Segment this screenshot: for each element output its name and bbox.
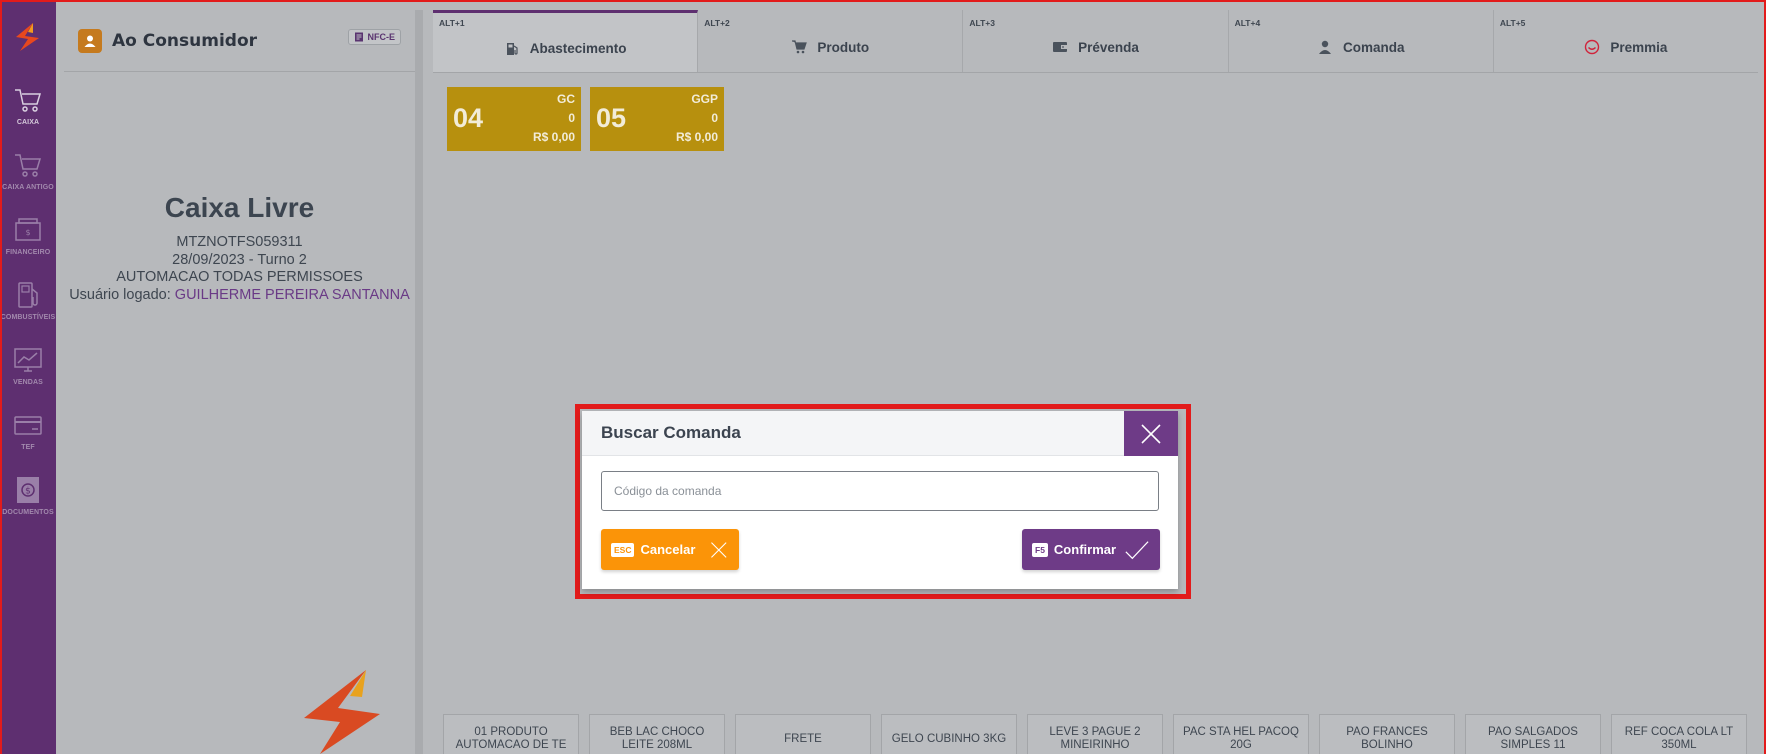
sidebar-item-label: FINANCEIRO: [5, 248, 51, 256]
sales-chart-icon: [14, 347, 42, 372]
f5-key-badge: F5: [1032, 542, 1048, 557]
permission-profile: AUTOMACAO TODAS PERMISSOES: [116, 269, 363, 285]
pump-fuel: GGP: [691, 92, 718, 106]
close-icon: [711, 541, 727, 558]
tab-shortcut: ALT+1: [439, 18, 465, 28]
cart-icon: [15, 88, 42, 112]
quick-product-button[interactable]: GELO CUBINHO 3KG: [881, 714, 1017, 754]
checkmark-icon: [1125, 540, 1149, 559]
user-icon: [1318, 40, 1331, 54]
receipt-icon: [354, 32, 363, 42]
pump-card[interactable]: 05 GGP 0 R$ 0,00: [590, 87, 724, 151]
pump-quantity: 0: [711, 111, 718, 125]
wallet-icon: [1053, 42, 1068, 52]
sidebar-item-combustiveis[interactable]: COMBUSTÍVEIS: [0, 267, 56, 332]
close-button[interactable]: [1124, 411, 1178, 456]
sidebar-item-label: COMBUSTÍVEIS: [0, 313, 56, 321]
quick-product-button[interactable]: REF COCA COLA LT 350ML: [1611, 714, 1747, 754]
logged-user: Usuário logado: GUILHERME PEREIRA SANTAN…: [64, 287, 415, 305]
pump-number: 05: [596, 103, 627, 133]
quick-product-button[interactable]: LEVE 3 PAGUE 2 MINEIRINHO: [1027, 714, 1163, 754]
cash-register-icon: $: [15, 217, 41, 241]
sidebar-item-caixa-antigo[interactable]: CAIXA ANTIGO: [0, 137, 56, 202]
sidebar-item-label: VENDAS: [13, 378, 43, 386]
tab-label: Abastecimento: [529, 41, 627, 56]
confirm-button[interactable]: F5 Confirmar: [1022, 529, 1160, 570]
pump-number: 04: [453, 103, 484, 133]
quick-product-button[interactable]: FRETE: [735, 714, 871, 754]
tab-comanda[interactable]: ALT+4 Comanda: [1228, 10, 1494, 72]
fuel-pump-icon: [506, 42, 518, 55]
customer-header[interactable]: Ao Consumidor NFC-E: [64, 10, 415, 72]
sidebar-item-label: CAIXA: [16, 118, 40, 126]
quick-product-button[interactable]: BEB LAC CHOCO LEITE 208ML: [589, 714, 725, 754]
pump-fuel: GC: [557, 92, 575, 106]
tab-label: Premmia: [1610, 39, 1668, 55]
tab-bar: ALT+1 Abastecimento ALT+2 Produto ALT+3: [433, 10, 1759, 73]
cancel-button[interactable]: ESC Cancelar: [601, 529, 739, 570]
fuel-pump-icon: [18, 281, 38, 308]
premmia-logo-icon: [1585, 39, 1600, 55]
sidebar: CAIXA CAIXA ANTIGO $ FINANCEIRO COMBUSTÍ…: [0, 0, 56, 754]
sidebar-item-label: TEF: [21, 443, 35, 451]
document-money-icon: $: [17, 476, 39, 503]
pump-card[interactable]: 04 GC 0 R$ 0,00: [447, 87, 581, 151]
credit-card-icon: [14, 415, 42, 435]
cart-icon: [792, 40, 808, 54]
nfce-badge-label: NFC-E: [367, 32, 396, 42]
caixa-status: Caixa Livre MTZNOTFS059311 28/09/2023 - …: [64, 192, 415, 304]
quick-product-button[interactable]: PAO FRANCES BOLINHO: [1319, 714, 1455, 754]
close-icon: [1141, 423, 1161, 444]
tab-shortcut: ALT+3: [969, 18, 995, 28]
tab-label: Prévenda: [1078, 39, 1139, 55]
tab-produto[interactable]: ALT+2 Produto: [698, 10, 964, 72]
dialog-header: Buscar Comanda: [582, 411, 1178, 456]
quick-product-button[interactable]: PAO SALGADOS SIMPLES 11: [1465, 714, 1601, 754]
caixa-status-title: Caixa Livre: [164, 192, 315, 223]
sidebar-item-vendas[interactable]: VENDAS: [0, 332, 56, 397]
consumer-icon: [78, 28, 102, 53]
pump-quantity: 0: [568, 111, 575, 125]
pump-value: R$ 0,00: [675, 130, 718, 144]
sidebar-item-caixa[interactable]: CAIXA: [0, 72, 56, 137]
sidebar-item-label: DOCUMENTOS: [2, 508, 54, 516]
buscar-comanda-dialog: Buscar Comanda ESC Cancelar F5 Confirmar: [582, 411, 1178, 589]
nfce-badge[interactable]: NFC-E: [347, 29, 401, 45]
tab-abastecimento[interactable]: ALT+1 Abastecimento: [433, 10, 699, 72]
svg-text:$: $: [25, 228, 30, 237]
esc-key-badge: ESC: [611, 542, 635, 557]
sidebar-item-label: CAIXA ANTIGO: [2, 183, 54, 191]
pump-list: 04 GC 0 R$ 0,00 05 GGP 0 R$ 0,00: [447, 87, 724, 151]
comanda-code-input[interactable]: [601, 471, 1159, 511]
cancel-button-label: Cancelar: [640, 542, 696, 557]
user-icon: [84, 35, 96, 47]
sidebar-item-financeiro[interactable]: $ FINANCEIRO: [0, 202, 56, 267]
sidebar-item-tef[interactable]: TEF: [0, 397, 56, 462]
svg-text:$: $: [25, 486, 31, 496]
customer-name: Ao Consumidor: [112, 30, 258, 51]
date-turno: 28/09/2023 - Turno 2: [172, 251, 307, 268]
quick-product-list: 01 PRODUTO AUTOMACAO DE TE BEB LAC CHOCO…: [443, 714, 1747, 754]
main-area: ALT+1 Abastecimento ALT+2 Produto ALT+3: [433, 10, 1759, 754]
customer-panel: Ao Consumidor NFC-E Caixa Livre MTZNOTFS…: [64, 10, 423, 754]
logged-user-prefix: Usuário logado:: [69, 286, 171, 303]
tab-shortcut: ALT+4: [1234, 18, 1261, 28]
tab-label: Comanda: [1342, 39, 1405, 55]
dialog-title: Buscar Comanda: [601, 423, 741, 442]
logged-user-name: GUILHERME PEREIRA SANTANNA: [174, 286, 410, 303]
quick-product-button[interactable]: PAC STA HEL PACOQ 20G: [1173, 714, 1309, 754]
terminal-id: MTZNOTFS059311: [176, 234, 303, 250]
tab-prevenda[interactable]: ALT+3 Prévenda: [963, 10, 1229, 72]
brand-logo-icon: [16, 23, 39, 51]
tab-shortcut: ALT+2: [704, 18, 730, 28]
sidebar-item-documentos[interactable]: $ DOCUMENTOS: [0, 462, 56, 527]
cart-icon: [15, 153, 42, 177]
tab-shortcut: ALT+5: [1499, 18, 1526, 28]
pump-value: R$ 0,00: [532, 130, 575, 144]
confirm-button-label: Confirmar: [1053, 542, 1117, 557]
quick-product-button[interactable]: 01 PRODUTO AUTOMACAO DE TE: [443, 714, 579, 754]
brand-logo-icon: [304, 670, 380, 754]
tab-premmia[interactable]: ALT+5 Premmia: [1493, 10, 1759, 72]
tab-label: Produto: [817, 39, 870, 55]
